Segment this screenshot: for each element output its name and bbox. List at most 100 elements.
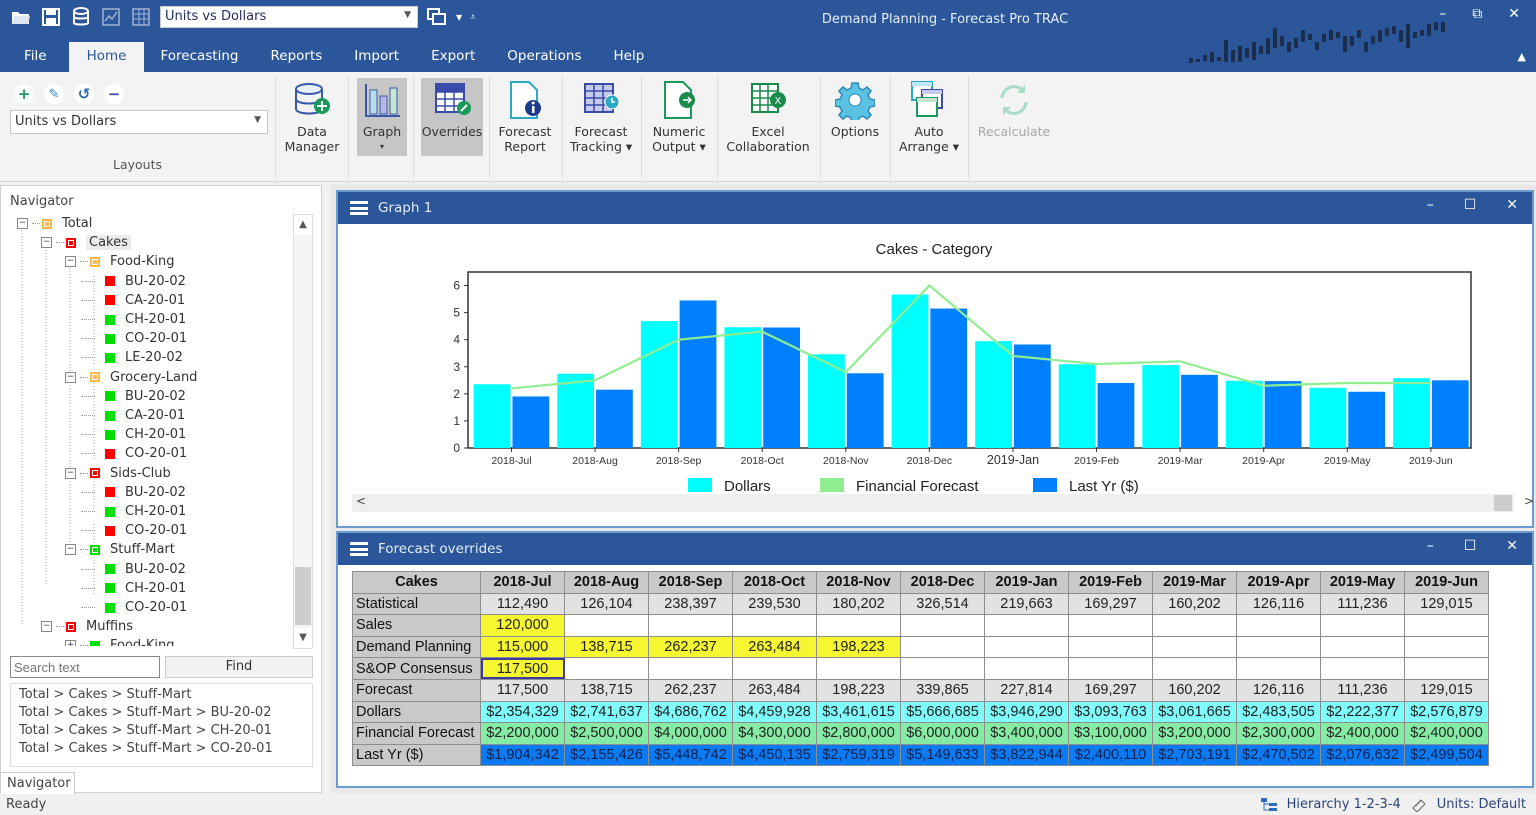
grid-cell[interactable]: [1236, 635, 1321, 659]
grid-cell[interactable]: [648, 614, 733, 637]
tree-node[interactable]: CH-20-01: [81, 310, 186, 329]
search-result-item[interactable]: Total > Cakes > Stuff-Mart > BU-20-02: [19, 704, 304, 722]
expand-icon[interactable]: +: [65, 640, 76, 646]
collapse-icon[interactable]: −: [65, 544, 76, 556]
scroll-thumb[interactable]: [295, 567, 311, 625]
search-result-item[interactable]: Total > Cakes > Stuff-Mart > CH-20-01: [19, 722, 304, 740]
collapse-icon[interactable]: −: [65, 256, 76, 268]
tab-operations[interactable]: Operations: [491, 42, 597, 72]
tree-node[interactable]: CO-20-01: [81, 521, 187, 540]
maximize-icon[interactable]: ☐: [1464, 197, 1477, 213]
forecast-report-button[interactable]: Forecast Report: [494, 78, 556, 156]
grid-cell[interactable]: [1236, 614, 1321, 637]
tree-node[interactable]: − Sids-Club: [65, 464, 171, 483]
scroll-up-icon[interactable]: ▲: [294, 215, 312, 235]
grid-cell[interactable]: [984, 614, 1069, 637]
grid-cell[interactable]: 262,237: [648, 635, 733, 659]
tree-vertical-scrollbar[interactable]: ▲ ▼: [293, 214, 313, 649]
hamburger-menu-icon[interactable]: [350, 542, 368, 556]
grid-cell[interactable]: [900, 657, 985, 680]
hamburger-menu-icon[interactable]: [350, 201, 368, 215]
scroll-right-icon[interactable]: >: [1524, 494, 1534, 508]
grid-cell[interactable]: [1068, 635, 1153, 659]
tree-node[interactable]: CH-20-01: [81, 502, 186, 521]
hierarchy-status[interactable]: Hierarchy 1-2-3-4: [1287, 797, 1401, 812]
tree-node[interactable]: − Cakes: [41, 233, 131, 252]
collapse-icon[interactable]: −: [65, 467, 76, 479]
grid-cell[interactable]: [1404, 635, 1489, 659]
tree-node[interactable]: BU-20-02: [81, 560, 186, 579]
tree-node[interactable]: − Food-King: [65, 252, 175, 271]
grid-cell[interactable]: 120,000: [480, 614, 565, 637]
tree-node[interactable]: CH-20-01: [81, 425, 186, 444]
close-icon[interactable]: ✕: [1508, 6, 1520, 22]
grid-cell[interactable]: [816, 657, 901, 680]
overrides-button[interactable]: Overrides: [421, 78, 483, 156]
tree-node[interactable]: CO-20-01: [81, 598, 187, 617]
minimize-icon[interactable]: –: [1427, 538, 1434, 554]
revert-layout-icon[interactable]: ↺: [74, 84, 94, 104]
tab-file[interactable]: File: [0, 42, 63, 72]
grid-cell[interactable]: 117,500: [480, 657, 565, 680]
search-result-item[interactable]: Total > Cakes > Stuff-Mart: [19, 686, 304, 704]
grid-cell[interactable]: [564, 614, 649, 637]
grid-cell[interactable]: [1152, 635, 1237, 659]
grid-cell[interactable]: [1320, 614, 1405, 637]
excel-collaboration-button[interactable]: X Excel Collaboration: [722, 78, 814, 156]
grid-cell[interactable]: [984, 635, 1069, 659]
grid-cell[interactable]: [816, 614, 901, 637]
forecast-tracking-button[interactable]: Forecast Tracking ▾: [567, 78, 635, 156]
scroll-thumb[interactable]: [1494, 495, 1512, 511]
tab-home[interactable]: Home: [68, 42, 145, 72]
find-button[interactable]: Find: [165, 656, 313, 678]
delete-layout-icon[interactable]: −: [104, 84, 124, 104]
grid-cell[interactable]: [900, 635, 985, 659]
tree-node[interactable]: BU-20-02: [81, 483, 186, 502]
grid-cell[interactable]: [1068, 614, 1153, 637]
minimize-icon[interactable]: –: [1427, 197, 1434, 213]
tree-node[interactable]: − Stuff-Mart: [65, 540, 175, 559]
grid-cell[interactable]: [1320, 657, 1405, 680]
tree-node[interactable]: LE-20-02: [81, 348, 183, 367]
numeric-output-button[interactable]: Numeric Output ▾: [646, 78, 712, 156]
grid-cell[interactable]: [1152, 657, 1237, 680]
units-status[interactable]: Units: Default: [1437, 797, 1526, 812]
grid-cell[interactable]: [1404, 657, 1489, 680]
data-manager-button[interactable]: Data Manager: [282, 78, 342, 156]
scroll-down-icon[interactable]: ▼: [294, 628, 312, 648]
tree-node[interactable]: BU-20-02: [81, 272, 186, 291]
grid-cell[interactable]: [1236, 657, 1321, 680]
tab-import[interactable]: Import: [338, 42, 415, 72]
grid-cell[interactable]: 115,000: [480, 635, 565, 659]
grid-cell[interactable]: 198,223: [816, 635, 901, 659]
collapse-ribbon-icon[interactable]: ▲: [1518, 50, 1526, 63]
collapse-icon[interactable]: −: [65, 371, 76, 383]
grid-cell[interactable]: 263,484: [732, 635, 817, 659]
tree-node[interactable]: CH-20-01: [81, 579, 186, 598]
restore-icon[interactable]: ⧉: [1472, 6, 1482, 22]
grid-cell[interactable]: [1404, 614, 1489, 637]
add-layout-icon[interactable]: +: [14, 84, 34, 104]
tab-export[interactable]: Export: [415, 42, 491, 72]
collapse-icon[interactable]: −: [41, 237, 52, 249]
tab-help[interactable]: Help: [598, 42, 661, 72]
tree-node[interactable]: − Grocery-Land: [65, 368, 197, 387]
collapse-icon[interactable]: −: [17, 218, 28, 229]
tree-node[interactable]: + Food-King: [65, 636, 175, 646]
edit-layout-icon[interactable]: ✎: [44, 84, 64, 104]
collapse-icon[interactable]: −: [41, 621, 52, 633]
grid-cell[interactable]: [732, 614, 817, 637]
tree-node[interactable]: CO-20-01: [81, 329, 187, 348]
layout-select[interactable]: Units vs Dollars ▼: [10, 110, 268, 134]
tree-node[interactable]: CA-20-01: [81, 291, 185, 310]
tree-node[interactable]: BU-20-02: [81, 387, 186, 406]
tab-forecasting[interactable]: Forecasting: [144, 42, 254, 72]
grid-cell[interactable]: [732, 657, 817, 680]
close-icon[interactable]: ✕: [1506, 197, 1518, 213]
close-icon[interactable]: ✕: [1506, 538, 1518, 554]
grid-cell[interactable]: [1068, 657, 1153, 680]
search-result-item[interactable]: Total > Cakes > Stuff-Mart > CO-20-01: [19, 740, 304, 758]
grid-cell[interactable]: [900, 614, 985, 637]
tree-node[interactable]: CA-20-01: [81, 406, 185, 425]
grid-cell[interactable]: [564, 657, 649, 680]
